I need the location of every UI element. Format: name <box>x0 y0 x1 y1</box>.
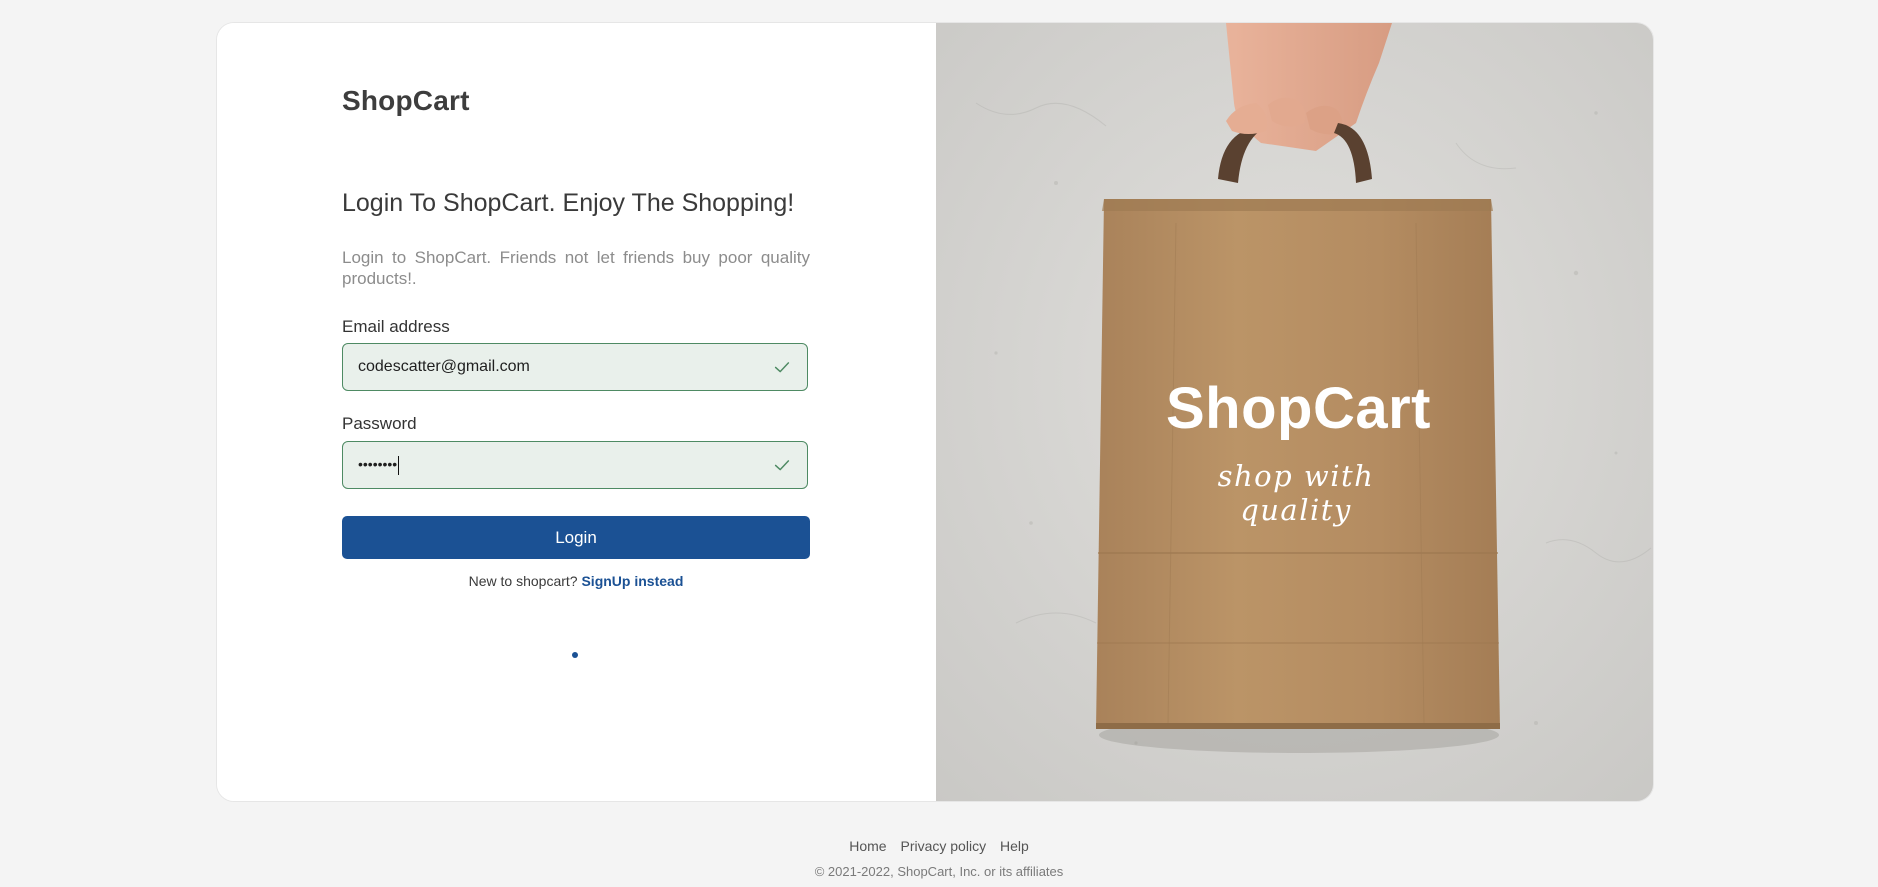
bag-tagline-text: shop with quality <box>1217 459 1375 527</box>
loading-indicator-dot <box>572 652 578 658</box>
page-title: Login To ShopCart. Enjoy The Shopping! <box>342 189 795 217</box>
signup-prompt: New to shopcart? SignUp instead <box>342 573 810 589</box>
password-input-value[interactable]: •••••••• <box>343 455 771 475</box>
page-subtitle: Login to ShopCart. Friends not let frien… <box>342 248 810 288</box>
password-label: Password <box>342 414 417 433</box>
email-field[interactable]: codescatter@gmail.com <box>342 343 808 391</box>
login-button[interactable]: Login <box>342 516 810 559</box>
signup-prompt-text: New to shopcart? <box>468 573 578 589</box>
checkmark-icon <box>774 460 790 471</box>
footer-nav: Home Privacy policy Help <box>0 838 1878 854</box>
hero-image: ShopCart shop with quality <box>936 23 1653 801</box>
bag-brand-text: ShopCart <box>1166 376 1431 441</box>
login-card: ShopCart Login To ShopCart. Enjoy The Sh… <box>216 22 1654 802</box>
signup-link[interactable]: SignUp instead <box>581 573 683 589</box>
password-mask: •••••••• <box>358 455 398 472</box>
login-panel: ShopCart Login To ShopCart. Enjoy The Sh… <box>217 23 936 801</box>
checkmark-icon <box>774 362 790 373</box>
footer-link-help[interactable]: Help <box>1000 838 1029 854</box>
email-input-value[interactable]: codescatter@gmail.com <box>343 358 771 376</box>
text-caret <box>398 455 400 475</box>
brand-logo[interactable]: ShopCart <box>342 85 470 117</box>
password-field[interactable]: •••••••• <box>342 441 808 489</box>
email-label: Email address <box>342 317 450 336</box>
footer-link-privacy[interactable]: Privacy policy <box>900 838 986 854</box>
footer-copyright: © 2021-2022, ShopCart, Inc. or its affil… <box>814 864 1064 879</box>
footer-link-home[interactable]: Home <box>849 838 886 854</box>
